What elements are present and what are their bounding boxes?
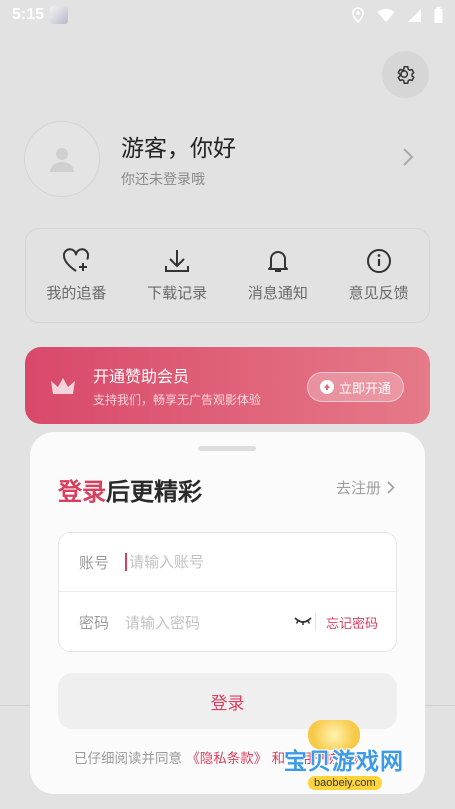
crown-icon: [51, 377, 75, 394]
avatar[interactable]: [24, 121, 100, 197]
battery-icon: [434, 7, 443, 23]
profile-sub-greeting: 你还未登录哦: [121, 172, 205, 188]
register-label: 去注册: [335, 479, 381, 497]
watermark-logo: 宝贝游戏网 baobeiy.com: [278, 720, 428, 805]
quick-action-label: 消息通知: [247, 284, 308, 302]
chevron-right-icon: [403, 148, 414, 166]
profile-card[interactable]: 游客，你好 你还未登录哦: [24, 120, 424, 198]
text-caret: [125, 553, 127, 571]
quick-action-notifications[interactable]: 消息通知: [233, 248, 323, 303]
password-label: 密码: [79, 614, 110, 632]
heart-plus-icon: [63, 248, 90, 272]
download-icon: [165, 250, 190, 272]
status-bar: 5:15: [0, 0, 455, 30]
account-label: 账号: [79, 553, 110, 572]
quick-action-favorites[interactable]: 我的追番: [31, 248, 121, 303]
account-row: 账号: [59, 533, 398, 592]
sheet-drag-handle[interactable]: [198, 446, 256, 451]
quick-actions-panel: 我的追番 下载记录 消息通知 意见反馈: [25, 228, 430, 323]
quick-action-label: 下载记录: [147, 284, 208, 302]
privacy-link[interactable]: 《隐私条款》: [186, 751, 267, 767]
login-form: 账号 密码 忘记密码: [58, 532, 398, 652]
bell-icon: [267, 251, 288, 272]
quick-action-label: 意见反馈: [348, 284, 409, 302]
gear-icon: [396, 65, 415, 84]
vip-button-label: 立即开通: [338, 381, 391, 397]
password-input[interactable]: [125, 613, 275, 632]
vip-subscribe-button[interactable]: 立即开通: [306, 372, 404, 402]
watermark-text: 宝贝游戏网: [284, 749, 404, 775]
register-link[interactable]: 去注册: [336, 477, 395, 498]
account-input[interactable]: [129, 553, 279, 571]
status-time: 5:15: [12, 6, 45, 23]
profile-greeting: 游客，你好: [121, 136, 236, 162]
eye-closed-icon[interactable]: [294, 614, 312, 628]
sheet-title: 登录后更精彩: [58, 472, 202, 507]
notification-avatar-icon: [50, 6, 69, 24]
status-icons: [351, 7, 443, 23]
vip-banner[interactable]: 开通赞助会员 支持我们，畅享无广告观影体验 立即开通: [25, 347, 430, 424]
quick-action-downloads[interactable]: 下载记录: [132, 248, 222, 303]
location-icon: [352, 7, 364, 23]
password-row: 密码 忘记密码: [59, 593, 398, 652]
wifi-icon: [377, 8, 395, 22]
agreement-prefix: 已仔细阅读并同意: [74, 751, 182, 767]
sheet-title-accent: 登录: [58, 478, 106, 506]
vip-title: 开通赞助会员: [93, 367, 190, 386]
info-icon: [366, 249, 391, 273]
quick-action-label: 我的追番: [46, 284, 107, 302]
vip-subtitle: 支持我们，畅享无广告观影体验: [93, 393, 262, 407]
user-icon: [50, 148, 74, 172]
divider: [315, 613, 316, 631]
quick-action-feedback[interactable]: 意见反馈: [334, 248, 424, 303]
arrow-up-icon: [319, 380, 334, 394]
settings-button[interactable]: [382, 51, 429, 98]
watermark-url: baobeiy.com: [308, 776, 382, 790]
signal-icon: [408, 8, 421, 22]
forgot-password-link[interactable]: 忘记密码: [326, 613, 378, 632]
chevron-right-icon: [387, 481, 395, 494]
sheet-title-rest: 后更精彩: [106, 478, 202, 506]
